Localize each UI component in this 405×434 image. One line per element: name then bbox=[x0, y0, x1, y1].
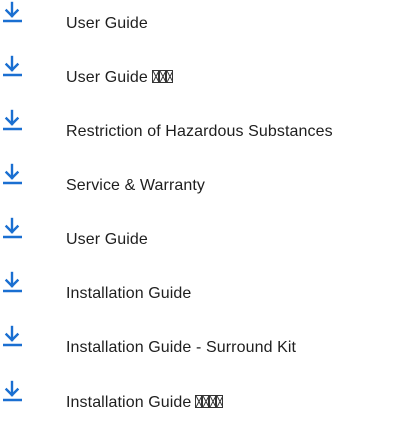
download-item[interactable]: Restriction of Hazardous Substances bbox=[0, 108, 405, 148]
download-icon[interactable] bbox=[2, 270, 24, 294]
download-item-label[interactable]: Restriction of Hazardous Substances bbox=[66, 122, 333, 142]
download-item-label[interactable]: User Guide bbox=[66, 14, 148, 34]
missing-glyph-box bbox=[216, 395, 224, 408]
download-item[interactable]: Installation Guide bbox=[0, 379, 405, 419]
download-item[interactable]: Installation Guide - Surround Kit bbox=[0, 324, 405, 364]
missing-glyph-box bbox=[209, 395, 217, 408]
download-item-label[interactable]: User Guide bbox=[66, 230, 148, 250]
missing-glyph-box bbox=[165, 70, 173, 83]
download-icon[interactable] bbox=[2, 0, 24, 24]
download-item-label[interactable]: Service & Warranty bbox=[66, 176, 205, 196]
download-icon[interactable] bbox=[2, 108, 24, 132]
missing-glyph-box bbox=[195, 395, 203, 408]
download-icon[interactable] bbox=[2, 324, 24, 348]
missing-glyph-box bbox=[158, 70, 166, 83]
missing-glyph-box bbox=[151, 70, 159, 83]
download-item-label[interactable]: Installation Guide - Surround Kit bbox=[66, 338, 296, 358]
download-icon[interactable] bbox=[2, 216, 24, 240]
download-item-label[interactable]: User Guide bbox=[66, 68, 173, 92]
unrendered-glyphs bbox=[151, 70, 173, 92]
missing-glyph-box bbox=[202, 395, 210, 408]
unrendered-glyphs bbox=[195, 395, 224, 417]
download-icon[interactable] bbox=[2, 379, 24, 403]
download-item[interactable]: Service & Warranty bbox=[0, 162, 405, 202]
download-item[interactable]: Installation Guide bbox=[0, 270, 405, 310]
download-icon[interactable] bbox=[2, 54, 24, 78]
download-icon[interactable] bbox=[2, 162, 24, 186]
download-item[interactable]: User Guide bbox=[0, 0, 405, 40]
download-item-label[interactable]: Installation Guide bbox=[66, 393, 224, 417]
download-item[interactable]: User Guide bbox=[0, 54, 405, 94]
download-item[interactable]: User Guide bbox=[0, 216, 405, 256]
download-item-label[interactable]: Installation Guide bbox=[66, 284, 191, 304]
